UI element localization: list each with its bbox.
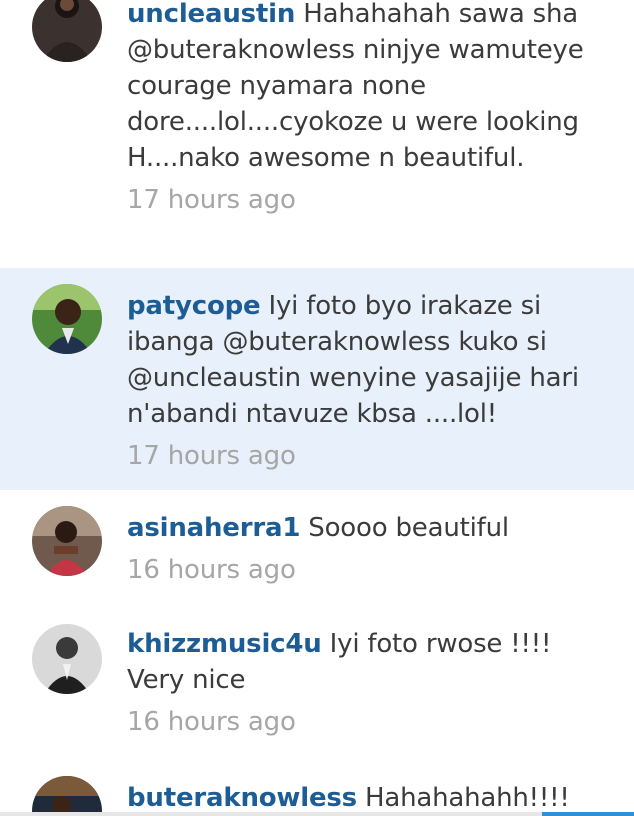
comment-item: asinaherra1 Soooo beautiful 16 hours ago (0, 490, 634, 606)
profile-photo-icon (32, 284, 102, 354)
comment-body: buteraknowless Hahahahahh!!!! (127, 780, 597, 816)
profile-photo-icon (32, 776, 102, 816)
comment-timestamp: 17 hours ago (127, 185, 296, 215)
avatar[interactable] (32, 776, 102, 816)
avatar[interactable] (32, 624, 102, 694)
comment-item: patycope Iyi foto byo irakaze si ibanga … (0, 268, 634, 490)
profile-photo-icon (32, 0, 102, 62)
comment-username[interactable]: asinaherra1 (127, 513, 300, 543)
avatar[interactable] (32, 506, 102, 576)
comment-username[interactable]: buteraknowless (127, 783, 357, 813)
comment-username[interactable]: khizzmusic4u (127, 629, 322, 659)
avatar[interactable] (32, 0, 102, 62)
comment-item: buteraknowless Hahahahahh!!!! (0, 760, 634, 816)
comment-username[interactable]: patycope (127, 291, 261, 321)
scroll-indicator (542, 812, 634, 816)
comment-item: khizzmusic4u Iyi foto rwose !!!! Very ni… (0, 606, 634, 760)
comment-timestamp: 16 hours ago (127, 707, 296, 737)
comment-body: uncleaustin Hahahahah sawa sha @buterakn… (127, 0, 597, 218)
comment-timestamp: 16 hours ago (127, 555, 296, 585)
profile-photo-icon (32, 506, 102, 576)
profile-photo-icon (32, 624, 102, 694)
comment-body: patycope Iyi foto byo irakaze si ibanga … (127, 288, 597, 474)
comment-timestamp: 17 hours ago (127, 441, 296, 471)
comment-text: Hahahahahh!!!! (356, 783, 570, 813)
comment-username[interactable]: uncleaustin (127, 0, 295, 29)
avatar[interactable] (32, 284, 102, 354)
comment-list: uncleaustin Hahahahah sawa sha @buterakn… (0, 0, 634, 816)
comment-body: khizzmusic4u Iyi foto rwose !!!! Very ni… (127, 626, 597, 740)
comment-item: uncleaustin Hahahahah sawa sha @buterakn… (0, 0, 634, 268)
comment-text: Soooo beautiful (300, 513, 509, 543)
bottom-divider (0, 812, 634, 816)
comment-body: asinaherra1 Soooo beautiful 16 hours ago (127, 510, 597, 588)
